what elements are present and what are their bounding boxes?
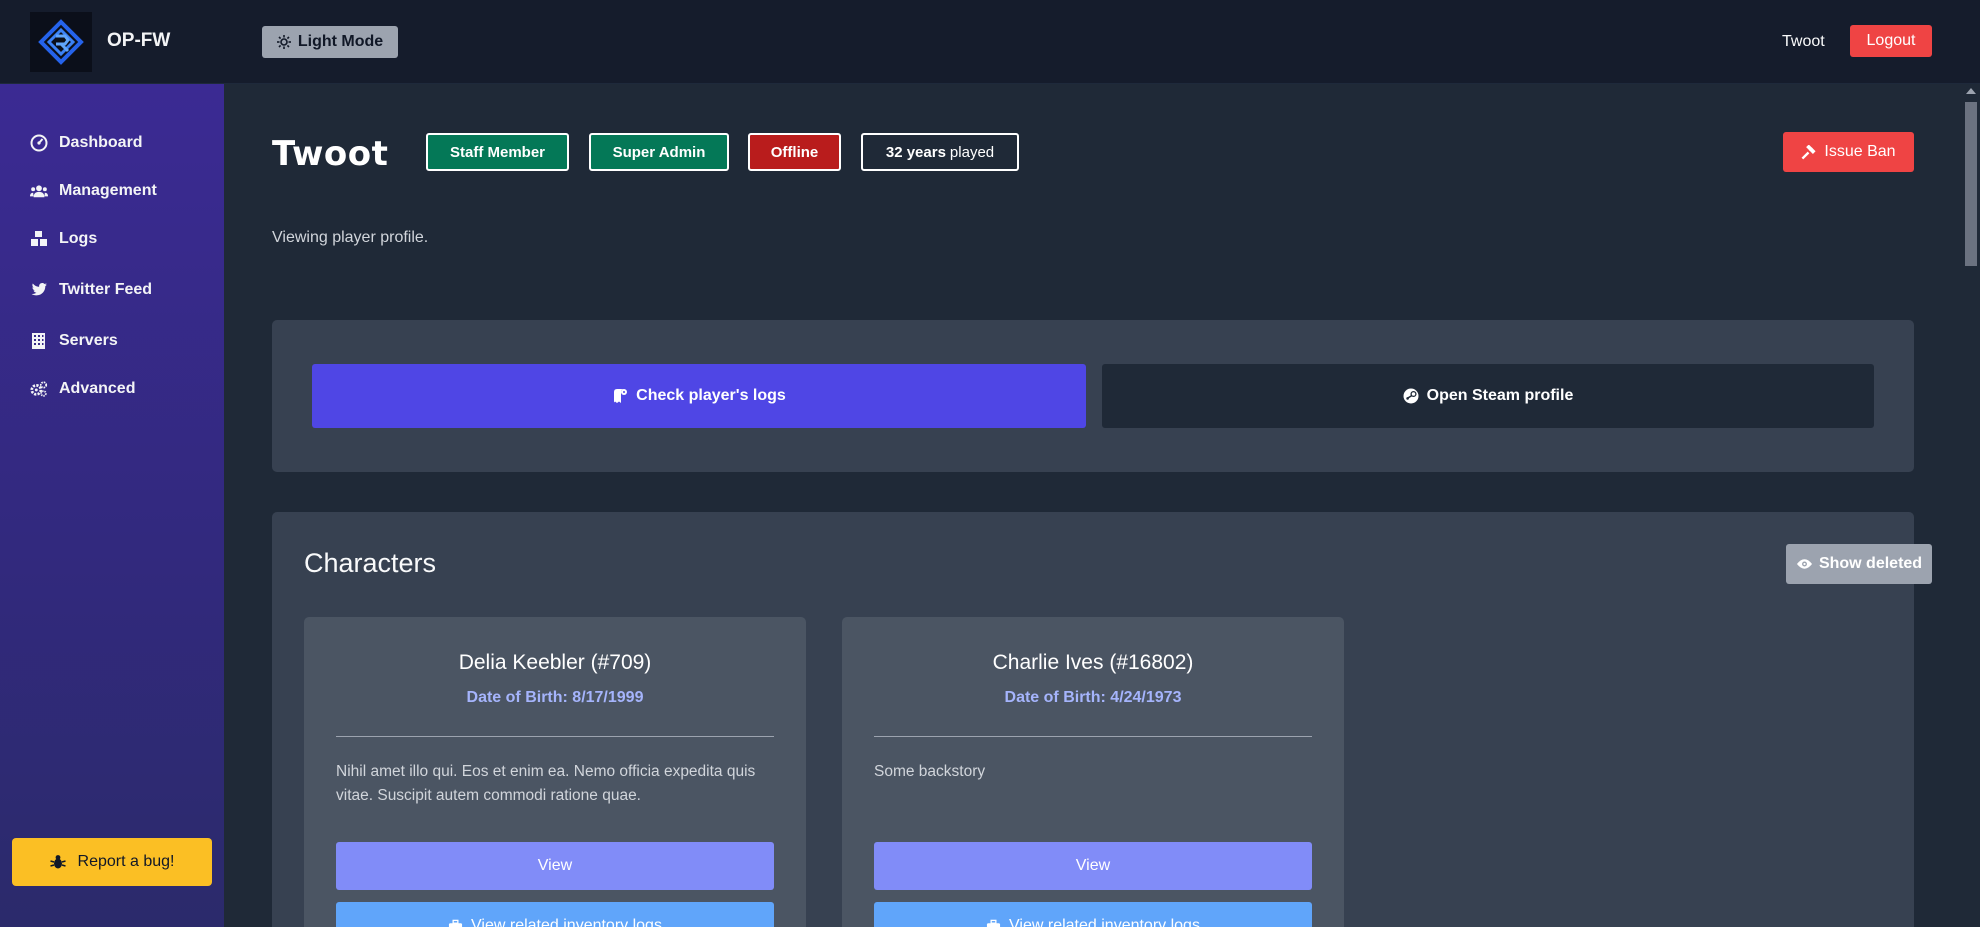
bug-icon: [49, 855, 66, 869]
logout-button[interactable]: Logout: [1850, 25, 1932, 57]
sidebar-item-management[interactable]: Management: [30, 182, 157, 200]
main-content: Twoot Staff Member Super Admin Offline 3…: [224, 84, 1962, 927]
sidebar-item-label: Advanced: [59, 380, 136, 397]
sidebar-item-dashboard[interactable]: Dashboard: [30, 134, 143, 152]
issue-ban-label: Issue Ban: [1824, 143, 1896, 160]
sidebar-item-logs[interactable]: Logs: [30, 230, 97, 248]
app-logo[interactable]: [30, 12, 92, 72]
steam-profile-button[interactable]: Open Steam profile: [1102, 364, 1874, 428]
eye-icon: [1796, 559, 1812, 569]
light-mode-label: Light Mode: [297, 33, 384, 50]
sidebar-item-label: Management: [59, 182, 157, 199]
character-name: Delia Keebler (#709): [458, 651, 652, 674]
sidebar-item-servers[interactable]: Servers: [30, 332, 118, 350]
briefcase-icon: [448, 919, 463, 927]
report-bug-label: Report a bug!: [77, 853, 175, 870]
inventory-logs-button[interactable]: View related inventory logs: [336, 902, 774, 927]
character-card: Delia Keebler (#709) Date of Birth: 8/17…: [304, 617, 806, 927]
playtime-badge: 32 years played: [861, 133, 1019, 171]
character-name: Charlie Ives (#16802): [992, 651, 1194, 674]
characters-title: Characters: [304, 548, 437, 578]
playtime-value: 32 years: [885, 143, 946, 161]
light-mode-button[interactable]: Light Mode: [262, 26, 398, 58]
divider: [874, 736, 1312, 737]
super-admin-badge: Super Admin: [589, 133, 729, 171]
briefcase-icon: [986, 919, 1001, 927]
current-user-name[interactable]: Twoot: [1782, 33, 1825, 51]
issue-ban-button[interactable]: Issue Ban: [1783, 132, 1914, 172]
inventory-logs-label: View related inventory logs: [1009, 917, 1200, 927]
character-backstory: Some backstory: [874, 763, 986, 780]
sidebar-item-label: Twitter Feed: [59, 281, 153, 298]
toilet-paper-icon: [614, 389, 628, 403]
character-card: Charlie Ives (#16802) Date of Birth: 4/2…: [842, 617, 1344, 927]
boxes-icon: [31, 231, 47, 246]
profile-actions-panel: Check player's logs Open Steam profile: [272, 320, 1914, 472]
sidebar-item-label: Dashboard: [59, 134, 143, 151]
check-logs-button[interactable]: Check player's logs: [312, 364, 1086, 428]
steam-icon: [1403, 388, 1419, 404]
status-badge: Offline: [748, 133, 841, 171]
steam-profile-label: Open Steam profile: [1426, 387, 1574, 404]
dashboard-icon: [30, 134, 48, 152]
sidebar-item-label: Servers: [59, 332, 118, 349]
sidebar-item-label: Logs: [59, 230, 98, 247]
building-icon: [32, 333, 45, 349]
page-title: Twoot: [272, 134, 389, 174]
character-dob: Date of Birth: 4/24/1973: [1004, 689, 1182, 706]
character-dob: Date of Birth: 8/17/1999: [466, 689, 644, 706]
brand-name: OP-FW: [107, 30, 171, 51]
scrollbar-thumb[interactable]: [1965, 102, 1977, 266]
sidebar-item-twitter-feed[interactable]: Twitter Feed: [30, 281, 152, 299]
sun-icon: [276, 35, 291, 49]
show-deleted-label: Show deleted: [1818, 555, 1923, 572]
inventory-logs-label: View related inventory logs: [471, 917, 662, 927]
report-bug-button[interactable]: Report a bug!: [12, 838, 212, 886]
character-backstory: Nihil amet illo qui. Eos et enim ea. Nem…: [336, 763, 756, 804]
top-navbar: OP-FW Light Mode Twoot Logout: [0, 0, 1980, 84]
page-subtitle: Viewing player profile.: [272, 229, 429, 246]
users-icon: [30, 185, 48, 198]
characters-panel: Characters Show deleted Delia Keebler (#…: [272, 512, 1932, 927]
twitter-icon: [31, 283, 47, 296]
divider: [336, 736, 774, 737]
inventory-logs-button[interactable]: View related inventory logs: [874, 902, 1312, 927]
view-character-button[interactable]: View: [336, 842, 774, 890]
sidebar: Dashboard Management Logs Twitter Feed S…: [0, 84, 224, 927]
playtime-suffix: played: [949, 143, 995, 161]
staff-member-badge: Staff Member: [426, 133, 569, 171]
check-logs-label: Check player's logs: [636, 387, 786, 404]
gears-icon: [30, 381, 48, 397]
gavel-icon: [1801, 144, 1816, 159]
view-character-button[interactable]: View: [874, 842, 1312, 890]
page-scrollbar[interactable]: [1962, 84, 1980, 927]
show-deleted-button[interactable]: Show deleted: [1786, 544, 1932, 584]
scroll-up-arrow-icon[interactable]: [1966, 88, 1976, 94]
logo-icon: [38, 19, 84, 65]
sidebar-item-advanced[interactable]: Advanced: [30, 380, 135, 398]
